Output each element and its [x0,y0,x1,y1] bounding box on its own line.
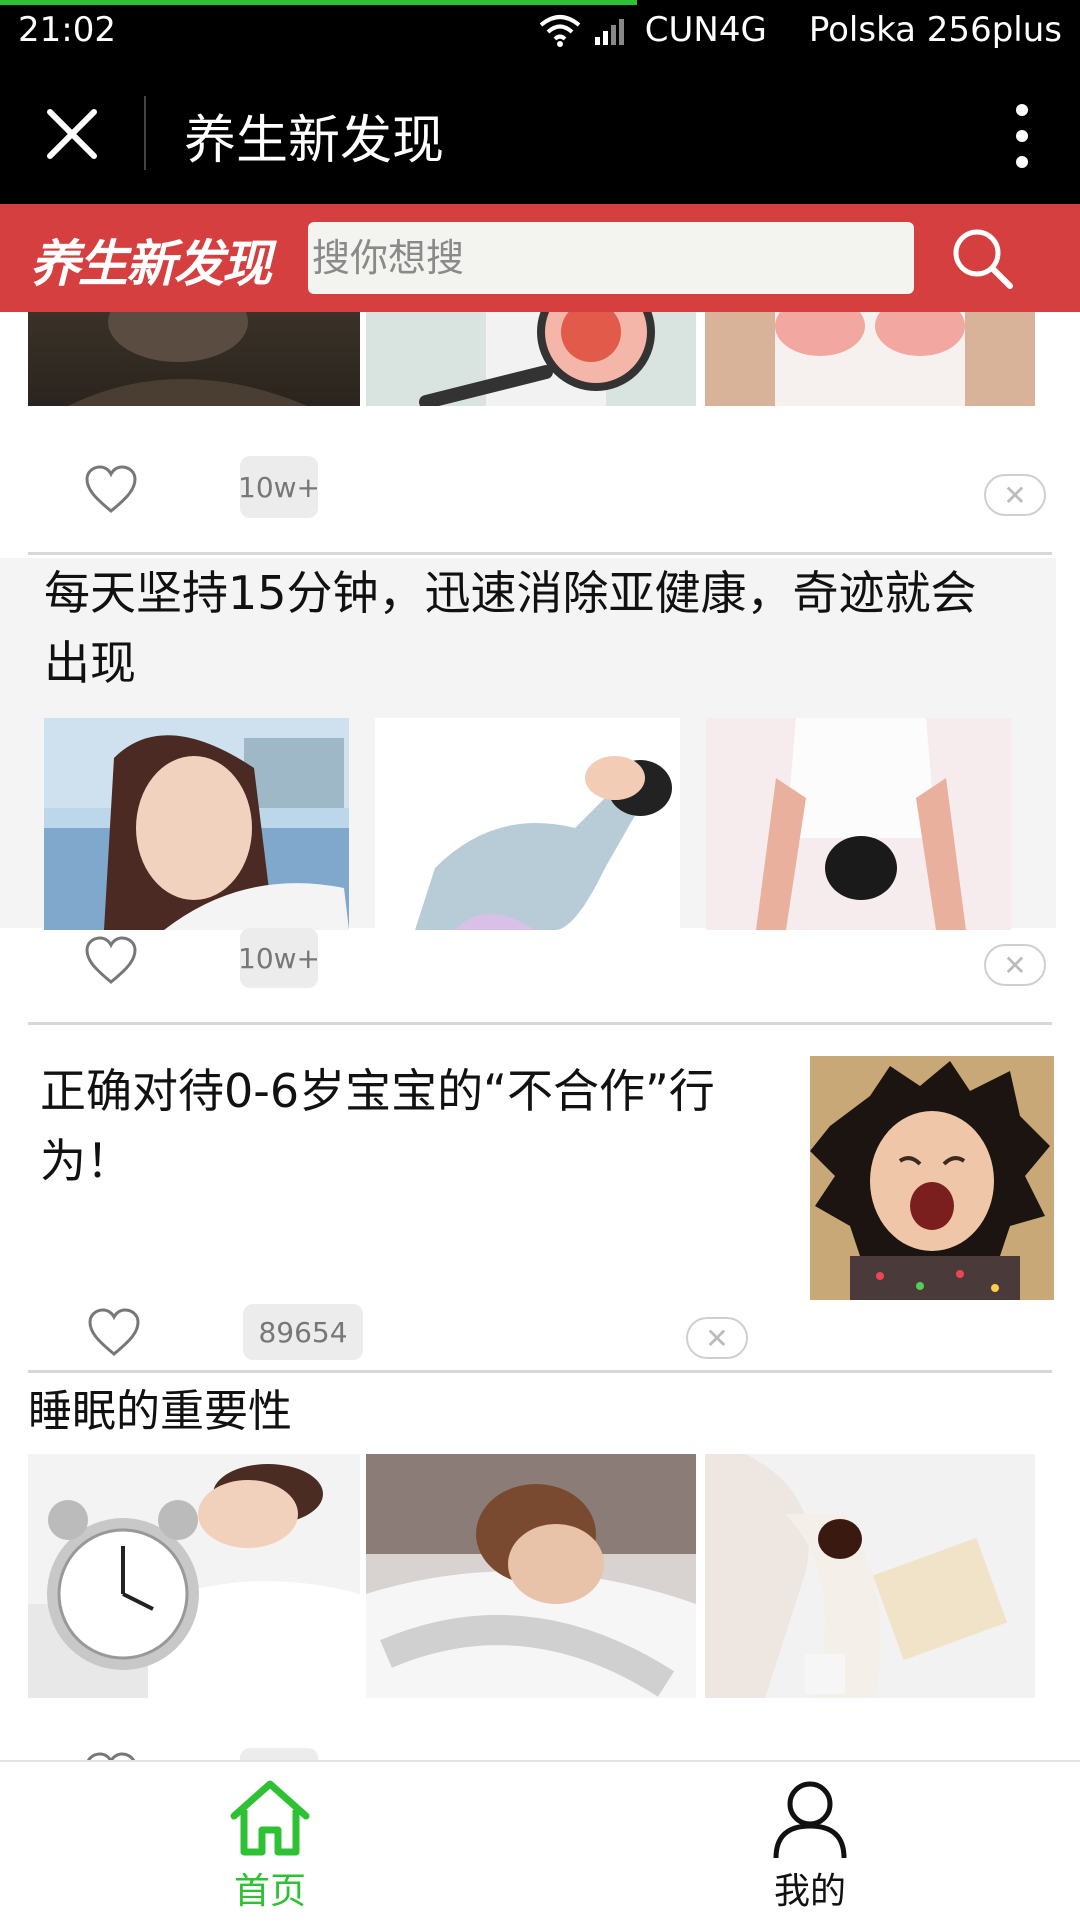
separator [28,1022,1052,1025]
status-operator: Polska 256plus [808,10,1062,50]
site-logo[interactable]: 养生新发现 [30,224,272,296]
nav-home-label: 首页 [233,1871,306,1912]
search-header: 养生新发现 [0,204,1080,312]
read-count-badge: 10w+ [238,928,320,988]
close-icon: ✕ [1003,478,1027,512]
close-icon: ✕ [1003,948,1027,982]
read-count-badge: 89654 [243,1304,363,1360]
read-count-badge: 10w+ [238,456,320,518]
bottom-nav: 首页 我的 [0,1760,1080,1922]
list-item[interactable]: 每天坚持15分钟，迅速消除亚健康，奇迹就会出现 [0,558,1056,930]
article-thumbnail [366,1454,696,1698]
nav-mine[interactable]: 我的 [540,1762,1080,1922]
heart-icon [85,465,137,513]
status-carrier: CUN4G [644,10,767,50]
article-thumbnail [706,718,1011,930]
heart-icon [88,1308,140,1356]
close-button[interactable] [40,102,104,166]
like-button[interactable] [87,1308,141,1358]
like-button[interactable] [84,1752,138,1760]
article-thumbnail [44,718,349,930]
article-title[interactable]: 正确对待0-6岁宝宝的“不合作”行为！ [40,1056,760,1196]
user-icon [773,1781,847,1859]
wifi-icon [539,13,581,47]
nav-home[interactable]: 首页 [0,1762,540,1922]
dismiss-button[interactable]: ✕ [984,474,1046,516]
signal-icon [594,15,631,45]
separator [28,552,1052,555]
status-right: CUN4G Polska 256plus [539,10,1062,50]
search-box [308,222,922,294]
article-thumbnail [705,312,1035,406]
home-icon [230,1780,310,1856]
heart-icon [85,936,137,984]
nav-mine-label: 我的 [773,1871,846,1912]
read-count-badge [240,1748,318,1760]
separator [28,1370,1052,1373]
more-vertical-icon [1016,104,1028,168]
title-bar: 养生新发现 [0,62,1080,204]
like-button[interactable] [84,936,138,986]
search-button[interactable] [950,226,1016,292]
article-thumbnail [366,312,696,406]
article-thumbnail [28,312,360,406]
page-title: 养生新发现 [184,111,445,171]
article-title[interactable]: 每天坚持15分钟，迅速消除亚健康，奇迹就会出现 [44,558,1004,698]
like-button[interactable] [84,465,138,515]
close-icon [47,109,97,159]
status-bar: 21:02 CUN4G Polska 256plus [0,0,1080,62]
search-icon [953,229,1013,289]
article-feed: 10w+ ✕ 每天坚持15分钟，迅速消除亚健康，奇迹就会出现 10w+ ✕ 正确… [0,312,1080,1760]
heart-icon [86,1752,136,1760]
more-menu-button[interactable] [1004,98,1040,174]
article-title[interactable]: 睡眠的重要性 [28,1382,292,1442]
page-load-progress [0,0,637,5]
title-divider [144,96,146,170]
article-thumbnail [28,1454,360,1698]
article-thumbnail [375,718,680,930]
status-time: 21:02 [18,10,116,50]
article-thumbnail [810,1056,1054,1300]
dismiss-button[interactable]: ✕ [686,1317,748,1359]
close-icon: ✕ [705,1321,729,1355]
search-input[interactable] [308,222,922,294]
article-thumbnail [705,1454,1035,1698]
dismiss-button[interactable]: ✕ [984,944,1046,986]
